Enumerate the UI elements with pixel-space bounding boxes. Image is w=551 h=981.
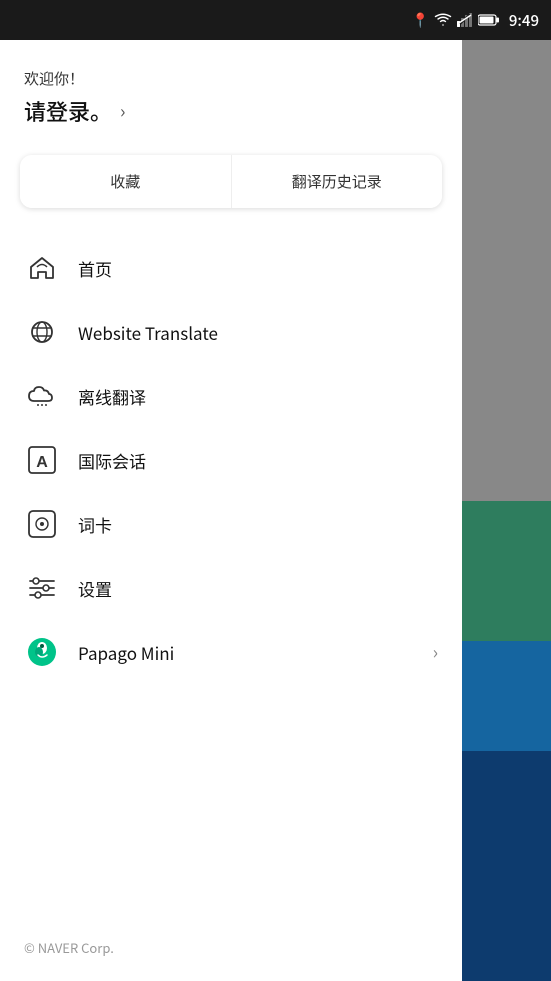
globe-icon (24, 314, 60, 350)
menu-item-settings[interactable]: 设置 (0, 556, 462, 620)
right-sidebar (461, 40, 551, 981)
status-icons: 📍 9:49 (411, 10, 539, 31)
status-bar: 📍 9:49 (0, 0, 551, 40)
wifi-icon (434, 13, 452, 27)
header-section: 欢迎你！ 请登录。 › (0, 40, 462, 147)
menu-label-settings: 设置 (78, 576, 438, 601)
menu-item-conversation[interactable]: A 国际会话 (0, 428, 462, 492)
login-arrow-icon: › (120, 98, 125, 124)
battery-icon (478, 14, 500, 26)
svg-text:A: A (36, 454, 48, 471)
sliders-icon (24, 570, 60, 606)
status-time: 9:49 (509, 10, 539, 31)
footer: © NAVER Corp. (0, 922, 462, 981)
menu-item-home[interactable]: 首页 (0, 236, 462, 300)
menu-item-papago-mini[interactable]: Papago Mini › (0, 620, 462, 684)
letter-a-icon: A (24, 442, 60, 478)
papago-mini-arrow-icon: › (433, 639, 438, 665)
footer-text: © NAVER Corp. (24, 938, 114, 957)
menu-list: 首页 Website Translate (0, 232, 462, 922)
tab-history[interactable]: 翻译历史记录 (232, 155, 443, 208)
menu-label-home: 首页 (78, 256, 438, 281)
location-icon: 📍 (411, 10, 428, 30)
menu-item-wordcard[interactable]: 词卡 (0, 492, 462, 556)
menu-label-website-translate: Website Translate (78, 320, 438, 345)
login-row[interactable]: 请登录。 › (24, 95, 438, 127)
sidebar-green (461, 501, 551, 641)
home-icon (24, 250, 60, 286)
wordcard-icon (24, 506, 60, 542)
menu-label-offline-translate: 离线翻译 (78, 384, 438, 409)
sidebar-blue-mid (461, 641, 551, 751)
sidebar-blue-dark (461, 751, 551, 981)
login-text: 请登录。 (24, 95, 112, 127)
menu-item-website-translate[interactable]: Website Translate (0, 300, 462, 364)
signal-icon (457, 13, 473, 27)
welcome-text: 欢迎你！ (24, 68, 438, 89)
papago-icon (24, 634, 60, 670)
menu-label-papago-mini: Papago Mini (78, 640, 415, 665)
menu-item-offline-translate[interactable]: 离线翻译 (0, 364, 462, 428)
tabs-container: 收藏 翻译历史记录 (20, 155, 442, 208)
sidebar-gray (461, 40, 551, 501)
main-panel: 欢迎你！ 请登录。 › 收藏 翻译历史记录 首页 (0, 40, 462, 981)
cloud-icon (24, 378, 60, 414)
tab-favorites[interactable]: 收藏 (20, 155, 232, 208)
menu-label-conversation: 国际会话 (78, 448, 438, 473)
menu-label-wordcard: 词卡 (78, 512, 438, 537)
